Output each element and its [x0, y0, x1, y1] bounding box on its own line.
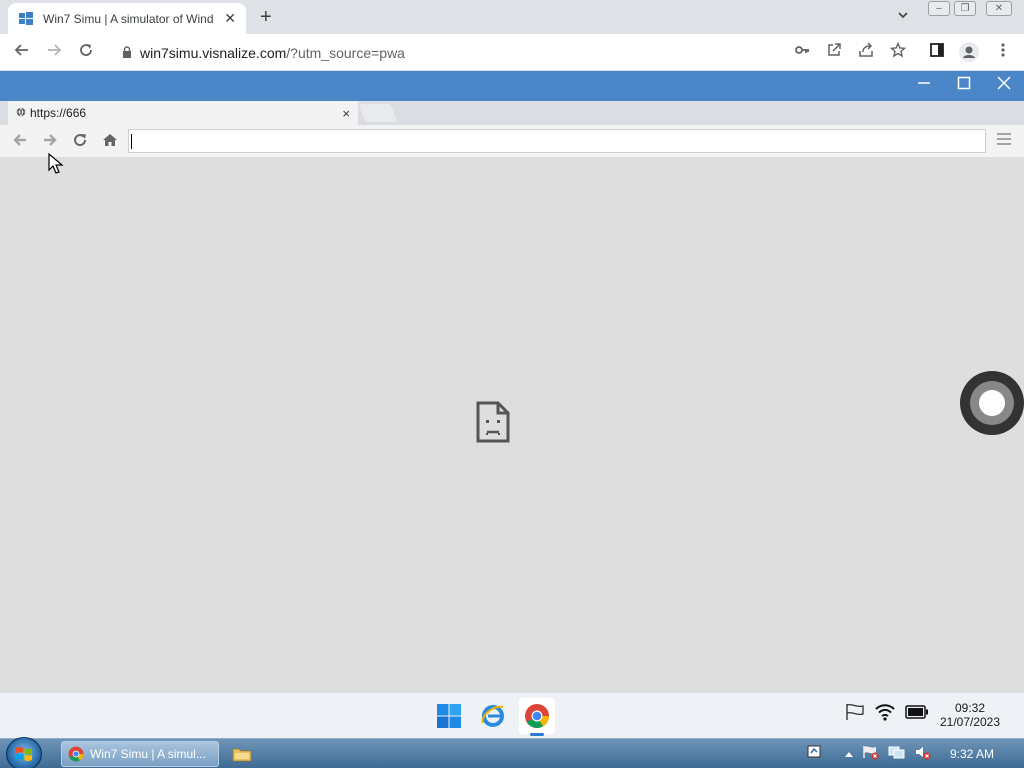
internet-explorer-icon: [481, 705, 504, 727]
windows-flag-icon: [16, 746, 32, 762]
win7simu-favicon-icon: [19, 11, 33, 25]
w7-taskbar: Win7 Simu | A simul... 9:32 AM: [0, 737, 1024, 768]
display-network-icon[interactable]: [888, 744, 906, 763]
reload-icon[interactable]: [76, 42, 96, 63]
host-toolbar: win7simu.visnalize.com/?utm_source=pwa: [0, 34, 1024, 71]
host-restore-button[interactable]: ❐: [954, 1, 976, 16]
w7-clock[interactable]: 9:32 AM: [950, 747, 994, 761]
minimize-icon[interactable]: [914, 76, 934, 95]
inner-forward-icon[interactable]: [41, 132, 59, 152]
close-icon[interactable]: [994, 76, 1014, 95]
profile-avatar-icon[interactable]: [959, 42, 979, 67]
share-icon[interactable]: [856, 42, 876, 63]
w11-taskbar: 09:32 21/07/2023: [0, 692, 1024, 738]
w7-task-chrome-label: Win7 Simu | A simul...: [90, 747, 206, 761]
floating-button-ring: [970, 381, 1014, 425]
host-tab-title: Win7 Simu | A simulator of Wind: [43, 11, 214, 26]
show-hidden-icons-icon[interactable]: [844, 747, 854, 761]
w11-clock-date: 21/07/2023: [939, 715, 1001, 729]
w11-clock[interactable]: 09:32 21/07/2023: [934, 701, 1006, 729]
globe-icon: [16, 107, 26, 120]
w7-system-tray: [806, 744, 932, 763]
inner-tab[interactable]: https://666 ×: [8, 101, 358, 125]
flag-icon[interactable]: [845, 703, 865, 724]
w7-start-orb[interactable]: [6, 737, 42, 768]
url-domain: win7simu.visnalize.com: [140, 45, 287, 61]
w11-clock-time: 09:32: [954, 701, 986, 715]
inner-tab-label: https://666: [30, 106, 87, 120]
chevron-down-icon[interactable]: [897, 9, 909, 24]
inner-address-input[interactable]: [128, 129, 986, 153]
hamburger-menu-icon[interactable]: [996, 132, 1012, 150]
app-window-titlebar[interactable]: [0, 71, 1024, 101]
back-arrow-icon[interactable]: [12, 42, 32, 63]
w11-start-button[interactable]: [431, 698, 467, 734]
inner-tab-close-icon[interactable]: ×: [342, 106, 350, 121]
page-content-area: [0, 157, 1024, 692]
maximize-icon[interactable]: [954, 76, 974, 95]
inner-toolbar: [0, 125, 1024, 157]
url-path: /?utm_source=pwa: [286, 45, 405, 61]
action-center-icon[interactable]: [806, 744, 822, 763]
side-panel-icon[interactable]: [927, 42, 947, 63]
host-tab-strip: Win7 Simu | A simulator of Wind ✕ + – ❐ …: [0, 0, 1024, 34]
inner-home-icon[interactable]: [101, 132, 119, 152]
w11-system-tray: [845, 703, 929, 724]
w11-chrome-button[interactable]: [519, 698, 555, 736]
inner-tab-strip: https://666 ×: [0, 101, 1024, 125]
open-external-icon[interactable]: [824, 42, 844, 63]
lock-icon[interactable]: [122, 45, 132, 61]
floating-button-dot: [979, 390, 1005, 416]
key-icon[interactable]: [792, 42, 812, 63]
forward-arrow-icon[interactable]: [44, 42, 64, 63]
floating-assistive-button[interactable]: [960, 371, 1024, 435]
volume-muted-icon[interactable]: [914, 744, 932, 763]
mouse-cursor-icon: [48, 153, 64, 174]
battery-icon[interactable]: [905, 705, 929, 722]
host-tab-win7simu[interactable]: Win7 Simu | A simulator of Wind ✕: [8, 3, 246, 34]
w7-task-explorer-button[interactable]: [229, 743, 255, 765]
network-error-icon[interactable]: [862, 744, 880, 763]
text-caret: [131, 134, 132, 149]
sad-page-error-icon: [476, 401, 510, 443]
host-tab-close-icon[interactable]: ✕: [224, 10, 236, 27]
chrome-icon: [68, 746, 84, 762]
inner-reload-icon[interactable]: [71, 132, 89, 152]
star-icon[interactable]: [888, 41, 908, 63]
more-menu-icon[interactable]: [993, 42, 1013, 63]
inner-new-tab-button[interactable]: [358, 104, 398, 122]
w11-internet-explorer-button[interactable]: [475, 698, 511, 734]
folder-icon: [232, 748, 252, 762]
chrome-icon: [525, 704, 549, 729]
host-minimize-button[interactable]: –: [928, 1, 950, 16]
wifi-icon[interactable]: [875, 703, 895, 724]
host-new-tab-button[interactable]: +: [260, 6, 272, 29]
host-close-button[interactable]: ✕: [986, 1, 1012, 16]
windows11-logo-icon: [437, 704, 461, 728]
inner-back-icon[interactable]: [11, 132, 29, 152]
w7-task-chrome-button[interactable]: Win7 Simu | A simul...: [61, 741, 219, 767]
